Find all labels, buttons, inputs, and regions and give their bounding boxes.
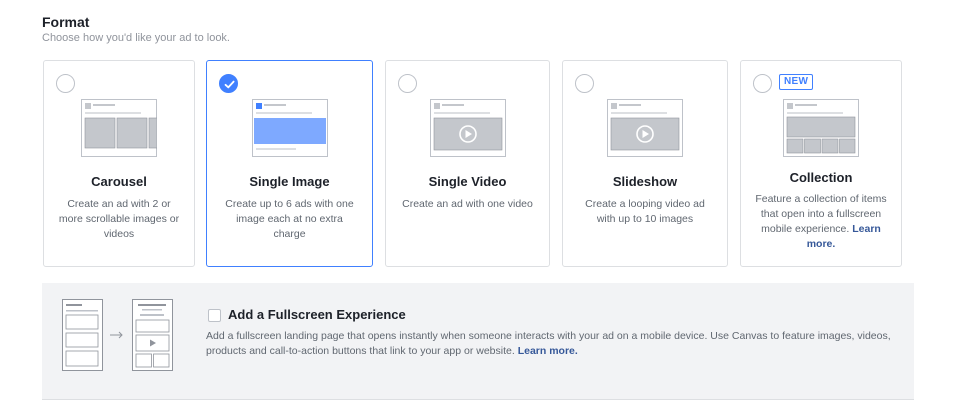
new-badge: NEW <box>779 74 814 90</box>
format-card-collection[interactable]: NEW Collection Feature a collection of i… <box>740 60 902 267</box>
fullscreen-experience-panel: Add a Fullscreen Experience Add a fullsc… <box>42 283 914 400</box>
format-title: Format <box>42 14 90 30</box>
fullscreen-experience-desc: Add a fullscreen landing page that opens… <box>206 329 896 359</box>
single-image-desc: Create up to 6 ads with one image each a… <box>225 198 354 240</box>
carousel-radio[interactable] <box>56 74 75 93</box>
single-video-thumbnail <box>429 99 506 157</box>
slideshow-thumbnail <box>607 99 683 157</box>
single-video-title: Single Video <box>428 174 507 189</box>
format-card-carousel[interactable]: Carousel Create an ad with 2 or more scr… <box>43 60 195 267</box>
collection-radio[interactable] <box>753 74 772 93</box>
format-card-slideshow[interactable]: Slideshow Create a looping video ad with… <box>562 60 728 267</box>
slideshow-title: Slideshow <box>612 174 678 189</box>
slideshow-radio[interactable] <box>575 74 594 93</box>
single-image-radio[interactable] <box>219 74 238 93</box>
fullscreen-learn-more-link[interactable]: Learn more. <box>518 345 578 357</box>
fullscreen-experience-title: Add a Fullscreen Experience <box>228 307 406 322</box>
format-subtitle: Choose how you'd like your ad to look. <box>42 32 230 44</box>
checkmark-icon <box>224 80 235 89</box>
carousel-title: Carousel <box>91 174 147 189</box>
slideshow-desc: Create a looping video ad with up to 10 … <box>585 198 705 225</box>
collection-desc: Feature a collection of items that open … <box>751 192 891 252</box>
fullscreen-experience-checkbox[interactable] <box>208 309 221 322</box>
carousel-thumbnail <box>81 99 157 157</box>
single-video-desc: Create an ad with one video <box>402 198 533 210</box>
single-image-title: Single Image <box>249 174 330 189</box>
single-video-radio[interactable] <box>398 74 417 93</box>
format-card-single-image[interactable]: Single Image Create up to 6 ads with one… <box>206 60 373 267</box>
collection-title: Collection <box>789 170 853 185</box>
collection-thumbnail <box>783 99 859 157</box>
carousel-desc: Create an ad with 2 or more scrollable i… <box>58 198 180 240</box>
single-image-thumbnail <box>251 99 328 157</box>
format-card-single-video[interactable]: Single Video Create an ad with one video <box>385 60 550 267</box>
fullscreen-flow-illustration <box>62 299 173 371</box>
